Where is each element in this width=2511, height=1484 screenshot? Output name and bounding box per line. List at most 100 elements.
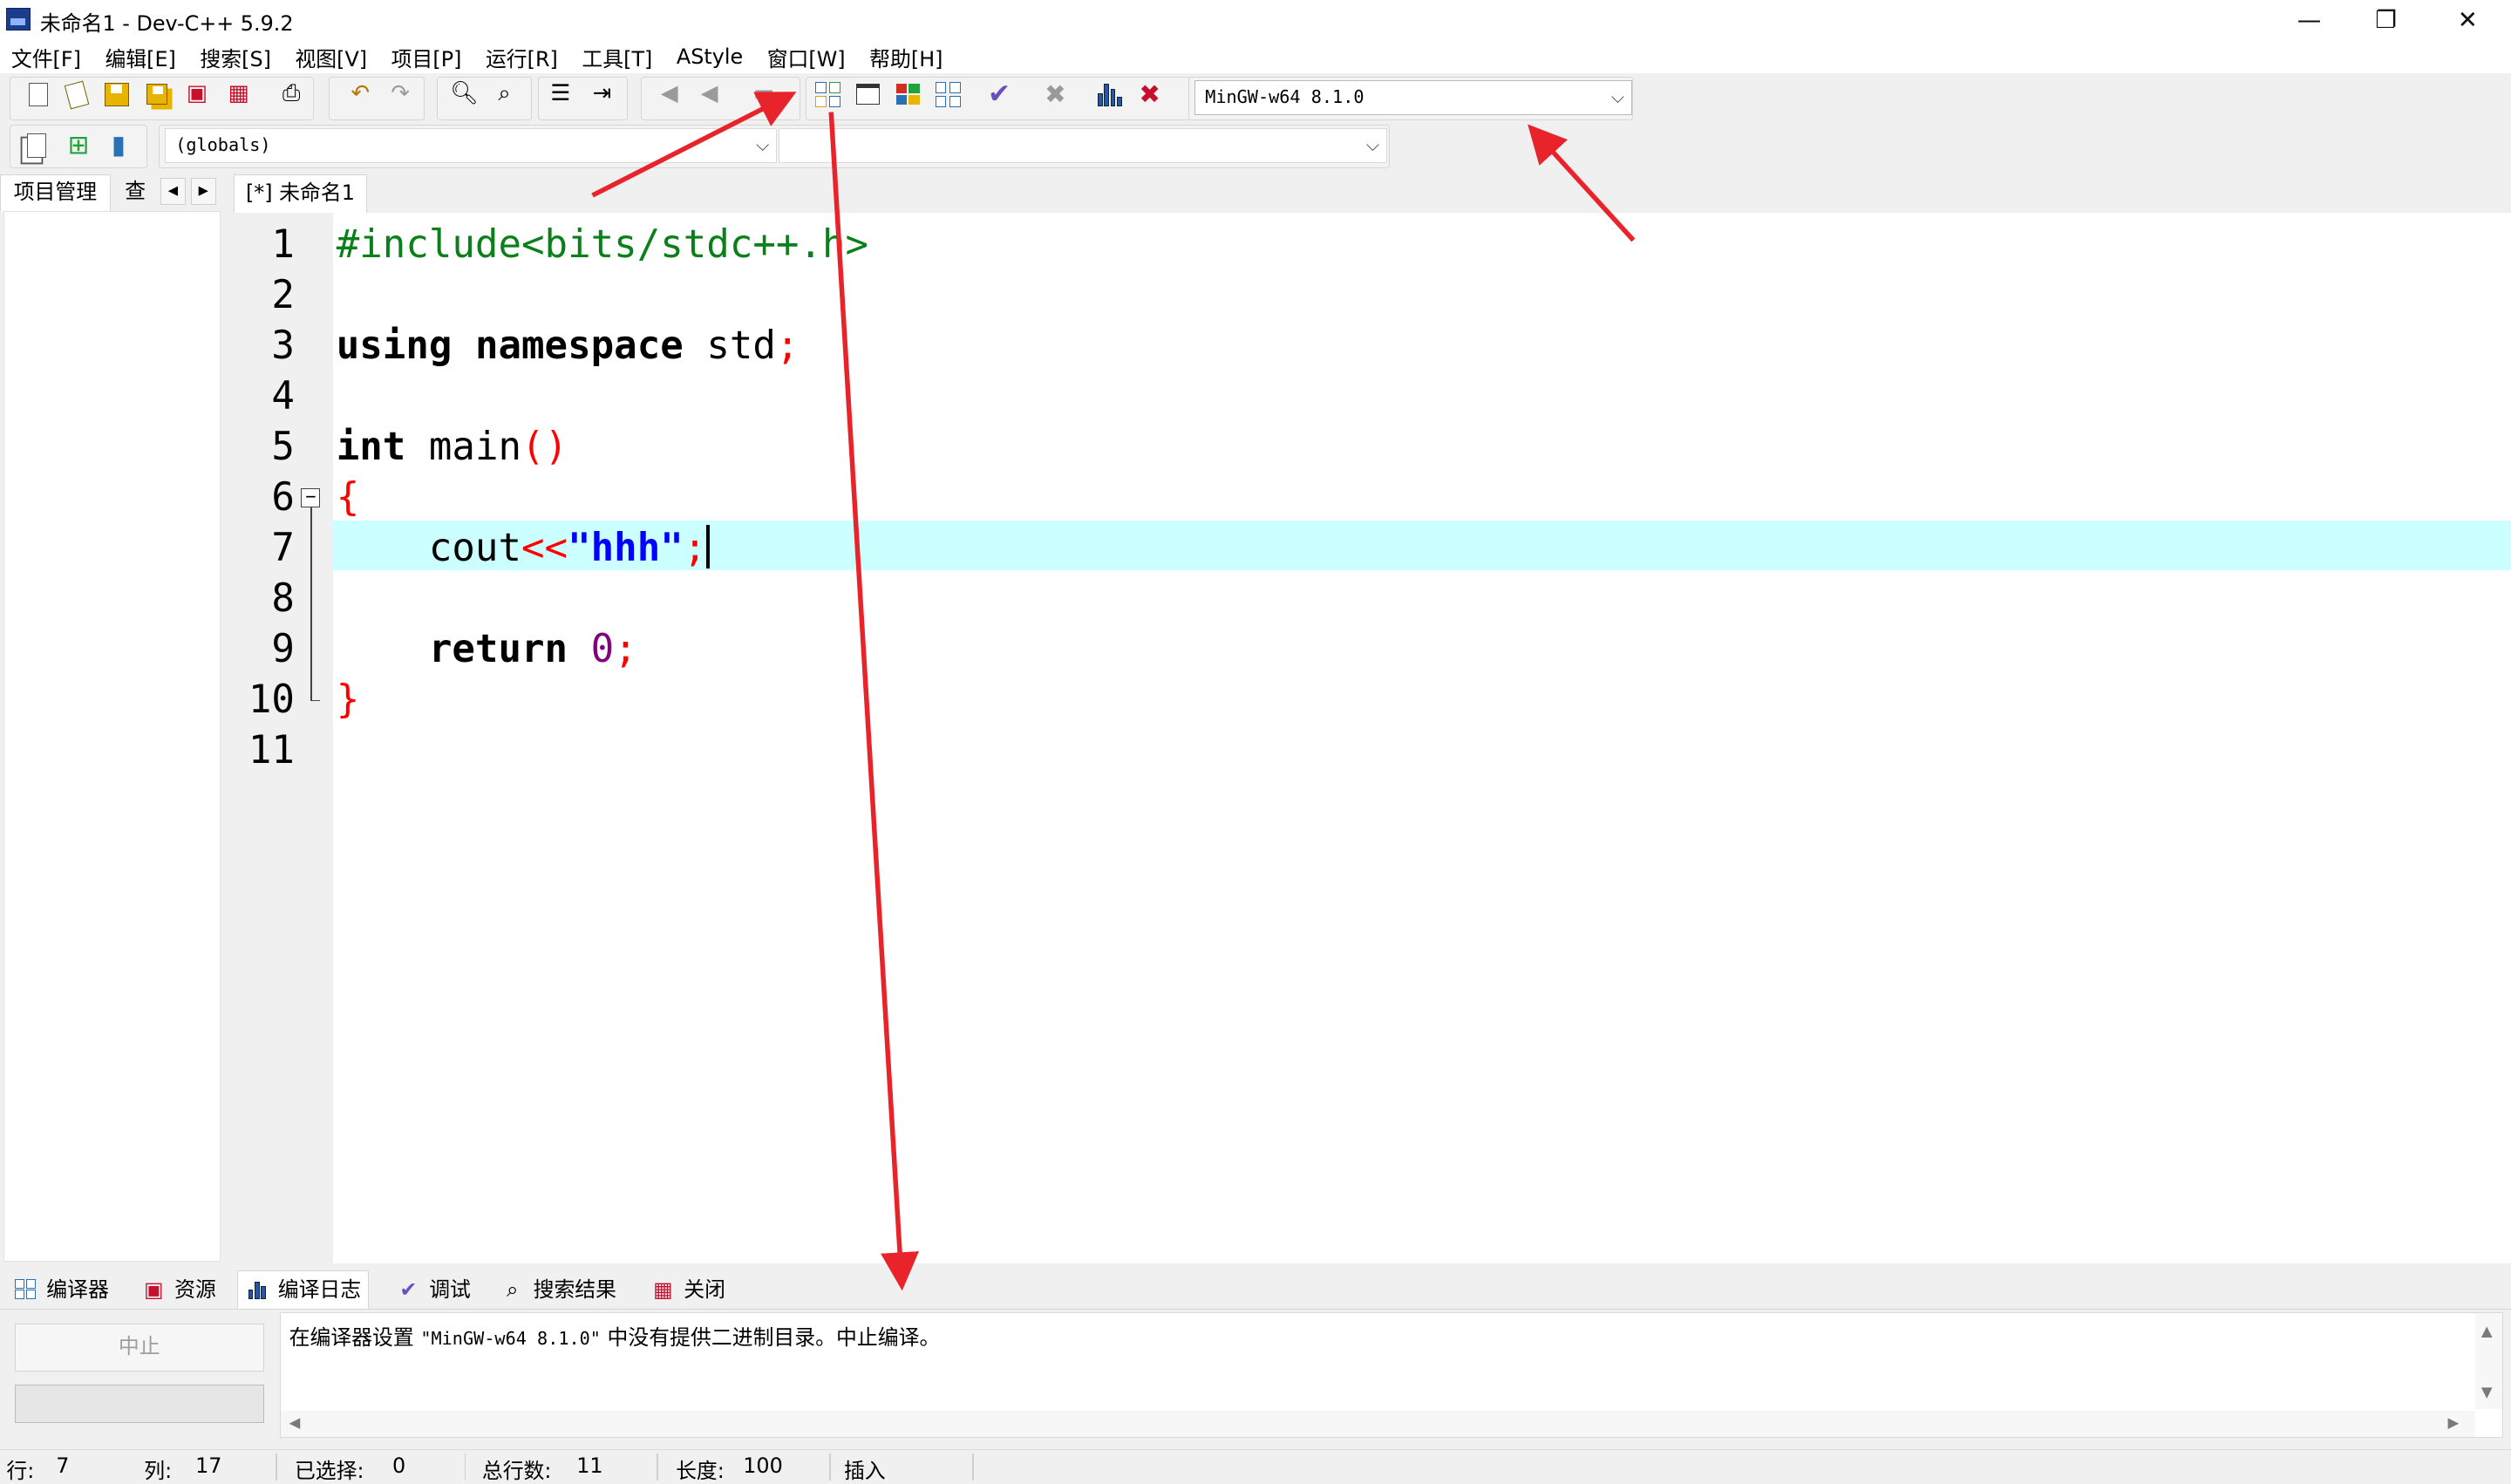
menu-run[interactable]: 运行[R]: [486, 42, 558, 72]
string-literal: "hhh": [568, 525, 684, 570]
run-icon[interactable]: [852, 78, 884, 111]
keyword: return: [428, 626, 568, 671]
function-select[interactable]: ⌵: [778, 127, 1387, 164]
operator: <<: [521, 525, 568, 570]
undo-icon[interactable]: ↶: [344, 78, 377, 111]
menu-tools[interactable]: 工具[T]: [582, 42, 652, 72]
code-editor[interactable]: 1 2 3 4 5 6 7 8 9 10 11 − #include<bits/…: [234, 213, 2511, 1264]
left-panel-tabs: 项目管理 查看 ◀ ▶: [0, 174, 224, 212]
tab-project[interactable]: 项目管理: [0, 174, 111, 212]
abort-compile-button[interactable]: 中止: [14, 1324, 265, 1372]
menu-view[interactable]: 视图[V]: [295, 42, 367, 72]
scope-select-value: (globals): [175, 133, 271, 155]
status-bar: 行: 7 列: 17 已选择: 0 总行数: 11 长度: 100 插入: [0, 1449, 2511, 1483]
log-message-prefix: 在编译器设置: [289, 1324, 421, 1350]
tab-close[interactable]: ▦ 关闭: [643, 1270, 732, 1309]
indent-icon[interactable]: ☰: [544, 78, 576, 111]
compile-progress-bar: [14, 1384, 265, 1423]
identifier: cout: [428, 525, 522, 570]
status-insert-mode: 插入: [843, 1458, 886, 1483]
compile-log-output[interactable]: 在编译器设置 "MinGW-w64 8.1.0" 中没有提供二进制目录。中止编译…: [280, 1312, 2503, 1438]
minimize-button[interactable]: —: [2270, 0, 2347, 40]
stop-execution-icon[interactable]: ✖: [1039, 78, 1072, 111]
save-icon[interactable]: [101, 78, 133, 111]
chevron-down-icon: ⌵: [1610, 85, 1625, 107]
tab-view[interactable]: 查看: [112, 174, 160, 211]
title-bar: 未命名1 - Dev-C++ 5.9.2 — ❐ ✕: [0, 0, 2511, 40]
status-length-label: 长度:: [676, 1458, 725, 1483]
vertical-scrollbar[interactable]: ▲ ▼: [2474, 1313, 2502, 1410]
compiler-icon: [13, 1276, 38, 1302]
compiler-select[interactable]: MinGW-w64 8.1.0 ⌵: [1194, 79, 1632, 116]
log-message-suffix: 中没有提供二进制目录。中止编译。: [600, 1324, 941, 1350]
tab-resources[interactable]: ▣ 资源: [134, 1270, 222, 1309]
menu-astyle[interactable]: AStyle: [677, 44, 743, 69]
redo-icon[interactable]: ↷: [384, 78, 417, 111]
menu-edit[interactable]: 编辑[E]: [105, 42, 175, 72]
number-literal: 0: [590, 626, 615, 671]
search-results-icon: ⌕: [507, 1276, 519, 1302]
open-file-icon[interactable]: [61, 78, 93, 111]
tab-scroll-right-icon[interactable]: ▶: [190, 177, 216, 206]
syntax-check-icon[interactable]: ✔: [983, 78, 1016, 111]
menu-bar: 文件[F] 编辑[E] 搜索[S] 视图[V] 项目[P] 运行[R] 工具[T…: [0, 39, 2511, 74]
tab-debug[interactable]: ✔ 调试: [389, 1270, 477, 1309]
line-number: 2: [271, 272, 295, 317]
fold-collapse-icon[interactable]: −: [301, 487, 321, 508]
chevron-down-icon: ⌵: [756, 133, 770, 155]
menu-help[interactable]: 帮助[H]: [869, 42, 942, 72]
replace-icon[interactable]: ⌕: [488, 78, 521, 111]
fold-end: [310, 699, 321, 702]
tab-scroll-left-icon[interactable]: ◀: [160, 177, 187, 206]
new-project-icon[interactable]: [21, 130, 53, 162]
maximize-button[interactable]: ❐: [2348, 0, 2425, 40]
profile-icon[interactable]: [1093, 78, 1126, 111]
status-row-label: 行:: [6, 1458, 35, 1483]
status-divider: [657, 1453, 658, 1481]
tab-search-results[interactable]: ⌕ 搜索结果: [493, 1270, 623, 1309]
add-to-project-icon[interactable]: ⊞: [63, 130, 95, 162]
line-number: 8: [271, 575, 295, 621]
project-panel[interactable]: [3, 211, 221, 1263]
compile-run-icon[interactable]: [892, 78, 924, 111]
tab-label: 编译日志: [277, 1277, 362, 1302]
scroll-right-icon[interactable]: ▶: [2447, 1414, 2459, 1431]
scroll-up-icon[interactable]: ▲: [2481, 1323, 2493, 1339]
symbol: ;: [614, 626, 637, 671]
close-button[interactable]: ✕: [2429, 0, 2506, 40]
find-icon[interactable]: 🔍︎: [448, 78, 480, 111]
save-all-icon[interactable]: [141, 78, 174, 111]
delete-profile-icon[interactable]: ✖: [1133, 78, 1166, 111]
toggle-bookmark-icon[interactable]: ◀: [693, 78, 725, 111]
close-all-icon[interactable]: ▦: [222, 78, 255, 111]
menu-search[interactable]: 搜索[S]: [200, 42, 270, 72]
unindent-icon[interactable]: ⇥: [586, 78, 618, 111]
keyword: int: [336, 424, 406, 469]
rebuild-all-icon[interactable]: [932, 78, 964, 111]
log-message: 在编译器设置 "MinGW-w64 8.1.0" 中没有提供二进制目录。中止编译…: [289, 1320, 941, 1351]
close-file-icon[interactable]: ▣: [181, 78, 214, 111]
scope-select[interactable]: (globals) ⌵: [165, 127, 777, 164]
menu-window[interactable]: 窗口[W]: [767, 42, 846, 72]
status-selected-value: 0: [391, 1453, 406, 1478]
menu-file[interactable]: 文件[F]: [11, 42, 81, 72]
scroll-down-icon[interactable]: ▼: [2481, 1384, 2493, 1400]
identifier: std: [706, 323, 776, 368]
goto-bookmark-icon[interactable]: ◀: [653, 78, 685, 111]
horizontal-scrollbar[interactable]: ◀ ▶: [281, 1411, 2475, 1437]
tab-compile-log[interactable]: 编译日志: [236, 1270, 369, 1309]
compile-icon[interactable]: [812, 78, 844, 111]
line-number: 9: [271, 626, 295, 671]
editor-tab-untitled1[interactable]: [*] 未命名1: [234, 174, 367, 214]
keyword: namespace: [474, 323, 684, 368]
project-options-icon[interactable]: ▮: [103, 130, 135, 162]
status-lines-label: 总行数:: [481, 1458, 552, 1483]
goto-line-icon[interactable]: ▬: [748, 78, 780, 111]
print-icon[interactable]: ⎙: [276, 78, 308, 111]
tab-compiler[interactable]: 编译器: [6, 1270, 115, 1309]
line-number: 10: [248, 677, 295, 722]
menu-project[interactable]: 项目[P]: [391, 42, 462, 72]
new-file-icon[interactable]: [23, 78, 55, 111]
scroll-left-icon[interactable]: ◀: [289, 1414, 301, 1431]
status-lines-value: 11: [576, 1453, 603, 1478]
